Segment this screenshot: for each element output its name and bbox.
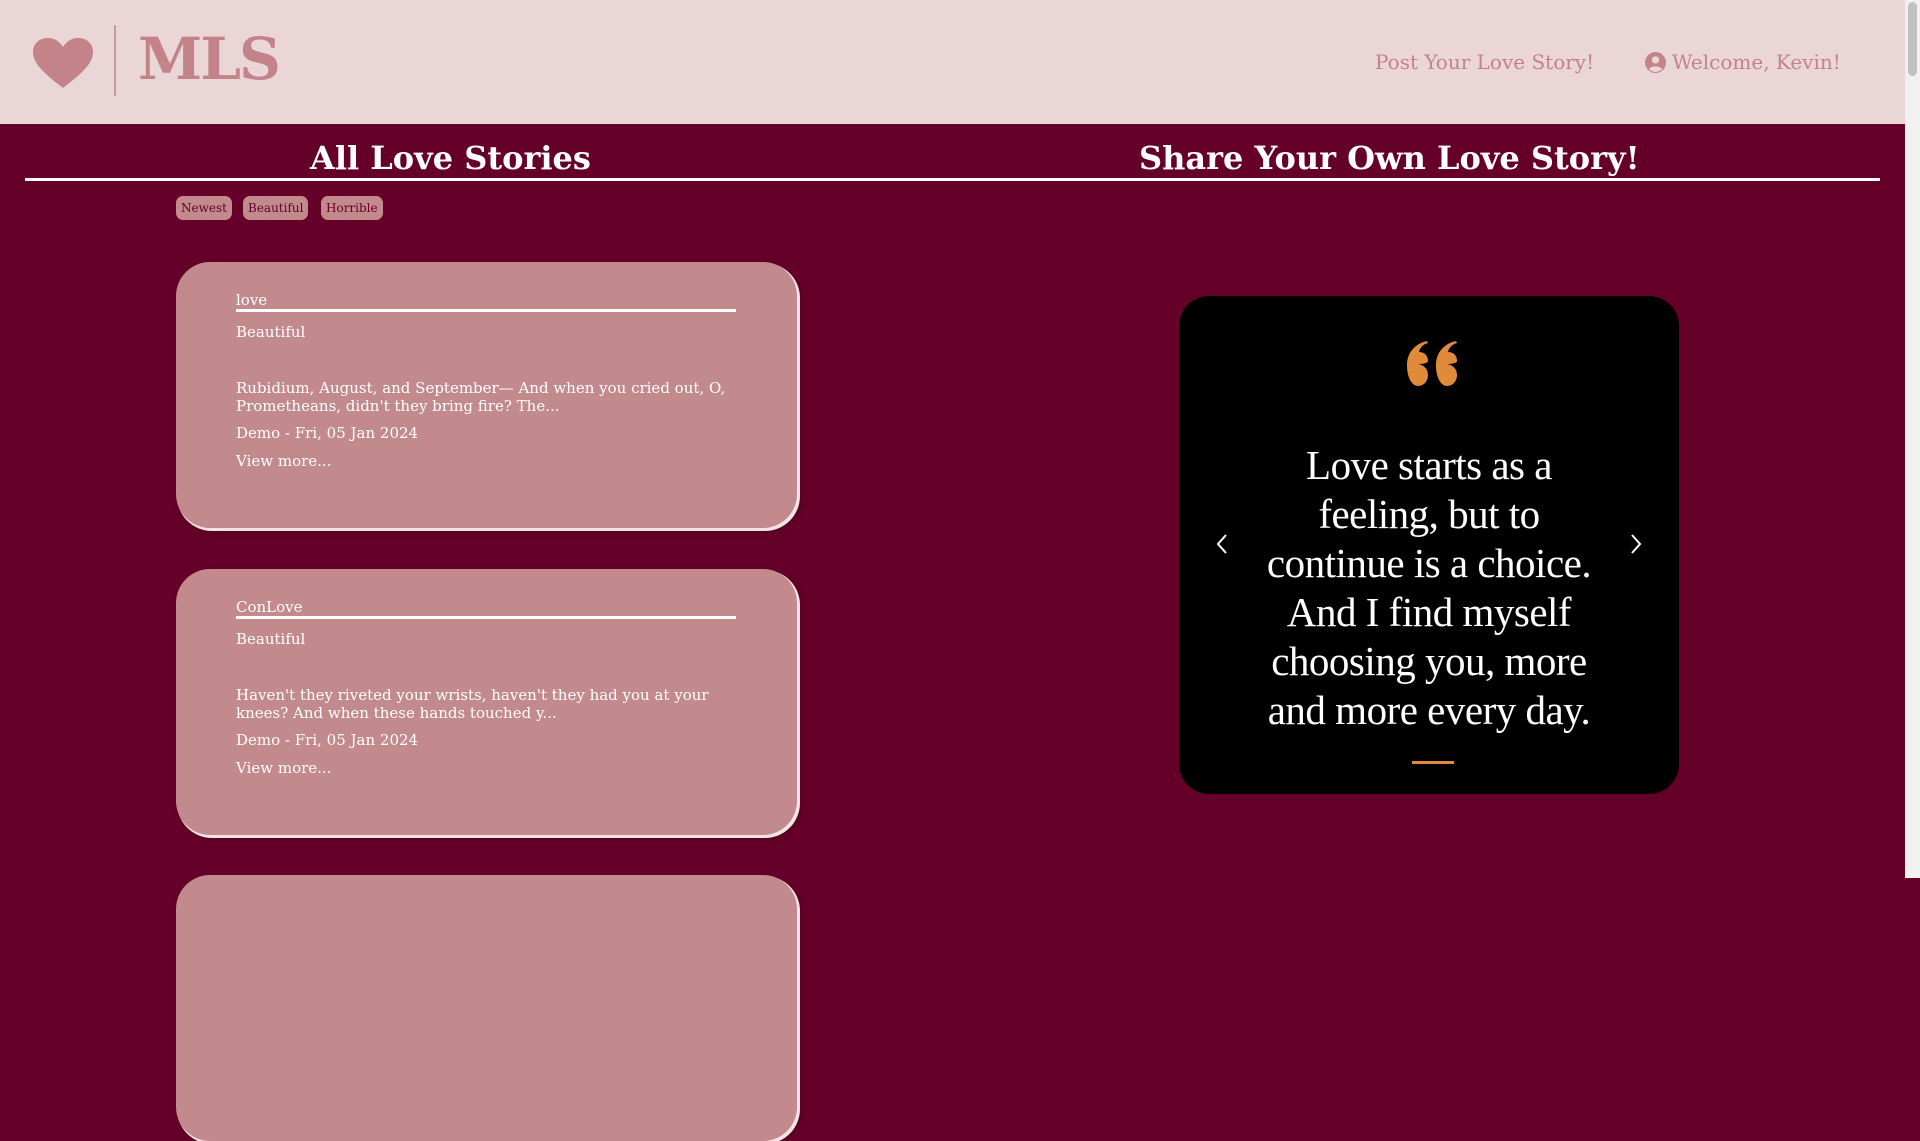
story-category: Beautiful xyxy=(236,630,306,648)
story-meta: Demo - Fri, 05 Jan 2024 xyxy=(236,424,419,442)
quote-icon xyxy=(1407,341,1457,386)
share-story-title: Share Your Own Love Story! xyxy=(1139,139,1640,177)
filter-horrible-button[interactable]: Horrible xyxy=(321,196,383,220)
view-more-link[interactable]: View more... xyxy=(236,759,331,777)
all-stories-title: All Love Stories xyxy=(310,139,591,177)
title-divider xyxy=(25,178,1880,181)
story-excerpt: Rubidium, August, and September— And whe… xyxy=(236,379,726,415)
welcome-text: Welcome, Kevin! xyxy=(1672,50,1841,74)
chevron-left-icon[interactable] xyxy=(1215,532,1229,556)
story-category: Beautiful xyxy=(236,323,306,341)
story-excerpt: Haven't they riveted your wrists, haven'… xyxy=(236,686,709,722)
user-circle-icon xyxy=(1645,51,1666,73)
story-card[interactable]: love Beautiful Rubidium, August, and Sep… xyxy=(176,262,797,528)
heart-icon[interactable] xyxy=(33,38,93,90)
logo-divider xyxy=(114,25,116,96)
story-card-partial[interactable] xyxy=(176,875,797,1141)
site-header: MLS Post Your Love Story! Welcome, Kevin… xyxy=(0,0,1905,124)
logo-text[interactable]: MLS xyxy=(138,24,281,94)
filter-newest-button[interactable]: Newest xyxy=(176,196,232,220)
post-story-link[interactable]: Post Your Love Story! xyxy=(1375,50,1594,74)
chevron-right-icon[interactable] xyxy=(1629,532,1643,556)
story-meta: Demo - Fri, 05 Jan 2024 xyxy=(236,731,419,749)
scrollbar-thumb[interactable] xyxy=(1908,2,1917,76)
story-title: love xyxy=(236,291,736,312)
carousel-indicator[interactable] xyxy=(1412,761,1454,764)
quote-text: Love starts as a feeling, but to continu… xyxy=(1266,442,1592,733)
view-more-link[interactable]: View more... xyxy=(236,452,331,470)
welcome-user-link[interactable]: Welcome, Kevin! xyxy=(1645,50,1841,74)
story-title: ConLove xyxy=(236,598,736,619)
story-card[interactable]: ConLove Beautiful Haven't they riveted y… xyxy=(176,569,797,835)
quote-carousel: Love starts as a feeling, but to continu… xyxy=(1179,296,1679,794)
filter-beautiful-button[interactable]: Beautiful xyxy=(243,196,309,220)
scrollbar[interactable] xyxy=(1905,0,1920,878)
